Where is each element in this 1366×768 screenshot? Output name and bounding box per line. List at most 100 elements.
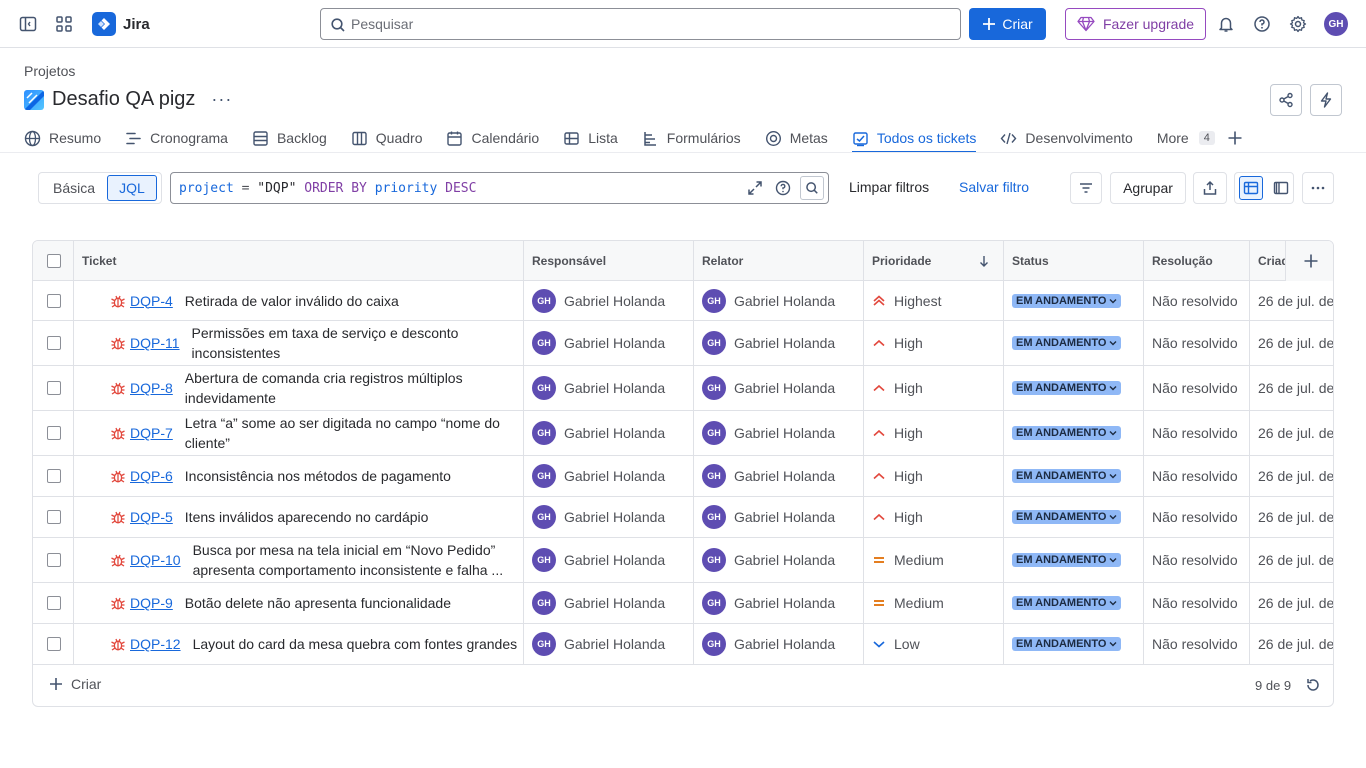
tab-formularios[interactable]: Formulários	[642, 124, 741, 152]
bell-icon[interactable]	[1214, 12, 1238, 36]
add-column-button[interactable]	[1285, 241, 1333, 281]
priority-cell[interactable]: High	[863, 456, 1003, 496]
tab-lista[interactable]: Lista	[563, 124, 618, 152]
priority-cell[interactable]: Medium	[863, 538, 1003, 582]
status-badge[interactable]: EM ANDAMENTO	[1012, 336, 1122, 350]
basic-mode-button[interactable]: Básica	[41, 175, 107, 201]
automation-button[interactable]	[1310, 84, 1342, 116]
refresh-icon[interactable]	[1305, 677, 1321, 693]
status-badge[interactable]: EM ANDAMENTO	[1012, 469, 1122, 483]
column-header-assignee[interactable]: Responsável	[523, 241, 693, 281]
ticket-summary[interactable]: Retirada de valor inválido do caixa	[185, 291, 518, 311]
ticket-key-link[interactable]: DQP-10	[130, 552, 181, 568]
row-checkbox[interactable]	[47, 510, 61, 524]
tab-todos-os-tickets[interactable]: Todos os tickets	[851, 124, 976, 153]
ticket-key-link[interactable]: DQP-9	[130, 595, 173, 611]
assignee-cell[interactable]: GH Gabriel Holanda	[523, 281, 693, 320]
priority-cell[interactable]: Low	[863, 624, 1003, 664]
reporter-cell[interactable]: GH Gabriel Holanda	[693, 411, 863, 455]
tab-backlog[interactable]: Backlog	[252, 124, 327, 152]
priority-cell[interactable]: High	[863, 321, 1003, 365]
assignee-cell[interactable]: GH Gabriel Holanda	[523, 456, 693, 496]
table-row[interactable]: DQP-5 Itens inválidos aparecendo no cardá…	[33, 497, 1333, 538]
assignee-cell[interactable]: GH Gabriel Holanda	[523, 497, 693, 537]
ticket-summary[interactable]: Itens inválidos aparecendo no cardápio	[185, 507, 518, 527]
ticket-summary[interactable]: Inconsistência nos métodos de pagamento	[185, 466, 518, 486]
search-box[interactable]	[320, 8, 961, 40]
table-row[interactable]: DQP-8 Abertura de comanda cria registros …	[33, 366, 1333, 411]
reporter-cell[interactable]: GH Gabriel Holanda	[693, 538, 863, 582]
row-checkbox[interactable]	[47, 381, 61, 395]
jql-mode-button[interactable]: JQL	[107, 175, 157, 201]
table-row[interactable]: DQP-6 Inconsistência nos métodos de pagam…	[33, 456, 1333, 497]
ticket-summary[interactable]: Layout do card da mesa quebra com fontes…	[193, 634, 518, 654]
assignee-cell[interactable]: GH Gabriel Holanda	[523, 366, 693, 410]
ticket-key-link[interactable]: DQP-12	[130, 636, 181, 652]
app-switcher-icon[interactable]	[52, 12, 76, 36]
expand-icon[interactable]	[744, 176, 766, 200]
status-badge[interactable]: EM ANDAMENTO	[1012, 293, 1122, 308]
priority-cell[interactable]: Highest	[863, 281, 1003, 320]
export-button[interactable]	[1193, 172, 1227, 204]
ticket-summary[interactable]: Abertura de comanda cria registros múlti…	[185, 368, 518, 408]
row-checkbox[interactable]	[47, 426, 61, 440]
status-badge[interactable]: EM ANDAMENTO	[1012, 596, 1122, 610]
list-view-button[interactable]	[1239, 176, 1263, 200]
more-actions-button[interactable]	[1302, 172, 1334, 204]
ticket-summary[interactable]: Busca por mesa na tela inicial em “Novo …	[193, 540, 518, 580]
tab-resumo[interactable]: Resumo	[24, 124, 101, 152]
reporter-cell[interactable]: GH Gabriel Holanda	[693, 366, 863, 410]
reporter-cell[interactable]: GH Gabriel Holanda	[693, 583, 863, 623]
table-row[interactable]: DQP-12 Layout do card da mesa quebra com …	[33, 624, 1333, 665]
reporter-cell[interactable]: GH Gabriel Holanda	[693, 321, 863, 365]
status-badge[interactable]: EM ANDAMENTO	[1012, 426, 1122, 440]
filter-options-button[interactable]	[1070, 172, 1102, 204]
clear-filters-button[interactable]: Limpar filtros	[849, 179, 929, 195]
select-all-checkbox[interactable]	[47, 254, 61, 268]
add-tab-button[interactable]	[1227, 124, 1243, 152]
search-icon[interactable]	[800, 176, 824, 200]
reporter-cell[interactable]: GH Gabriel Holanda	[693, 281, 863, 320]
upgrade-button[interactable]: Fazer upgrade	[1065, 8, 1206, 40]
ticket-key-link[interactable]: DQP-5	[130, 509, 173, 525]
ticket-key-link[interactable]: DQP-7	[130, 425, 173, 441]
column-header-resolution[interactable]: Resolução	[1143, 241, 1249, 281]
sidebar-toggle-icon[interactable]	[16, 12, 40, 36]
status-badge[interactable]: EM ANDAMENTO	[1012, 553, 1122, 567]
ticket-summary[interactable]: Permissões em taxa de serviço e desconto…	[192, 323, 517, 363]
tab-quadro[interactable]: Quadro	[351, 124, 422, 152]
row-checkbox[interactable]	[47, 553, 61, 567]
group-button[interactable]: Agrupar	[1110, 172, 1186, 204]
priority-cell[interactable]: High	[863, 366, 1003, 410]
tab-cronograma[interactable]: Cronograma	[125, 124, 228, 152]
row-checkbox[interactable]	[47, 469, 61, 483]
jql-editor[interactable]: project = "DQP" ORDER BY priority DESC	[170, 172, 829, 204]
column-header-created[interactable]: Criad	[1249, 241, 1289, 281]
tab-desenvolvimento[interactable]: Desenvolvimento	[1000, 124, 1133, 152]
table-row[interactable]: DQP-11 Permissões em taxa de serviço e de…	[33, 321, 1333, 366]
ticket-summary[interactable]: Botão delete não apresenta funcionalidad…	[185, 593, 518, 613]
inline-create-button[interactable]: Criar	[49, 676, 101, 692]
table-row[interactable]: DQP-7 Letra “a” some ao ser digitada no c…	[33, 411, 1333, 456]
row-checkbox[interactable]	[47, 336, 61, 350]
column-header-priority[interactable]: Prioridade	[863, 241, 1003, 281]
column-header-status[interactable]: Status	[1003, 241, 1143, 281]
row-checkbox[interactable]	[47, 596, 61, 610]
share-button[interactable]	[1270, 84, 1302, 116]
column-header-reporter[interactable]: Relator	[693, 241, 863, 281]
assignee-cell[interactable]: GH Gabriel Holanda	[523, 321, 693, 365]
ticket-key-link[interactable]: DQP-8	[130, 380, 173, 396]
search-input[interactable]	[351, 16, 960, 32]
ticket-key-link[interactable]: DQP-11	[130, 335, 180, 351]
row-checkbox[interactable]	[47, 293, 61, 308]
table-row[interactable]: DQP-9 Botão delete não apresenta funciona…	[33, 583, 1333, 624]
status-badge[interactable]: EM ANDAMENTO	[1012, 381, 1122, 395]
reporter-cell[interactable]: GH Gabriel Holanda	[693, 624, 863, 664]
tab-metas[interactable]: Metas	[765, 124, 828, 152]
status-badge[interactable]: EM ANDAMENTO	[1012, 510, 1122, 524]
project-more-button[interactable]: ···	[211, 89, 232, 110]
row-checkbox[interactable]	[47, 637, 61, 651]
ticket-summary[interactable]: Letra “a” some ao ser digitada no campo …	[185, 413, 518, 453]
save-filter-button[interactable]: Salvar filtro	[959, 179, 1029, 195]
priority-cell[interactable]: High	[863, 411, 1003, 455]
